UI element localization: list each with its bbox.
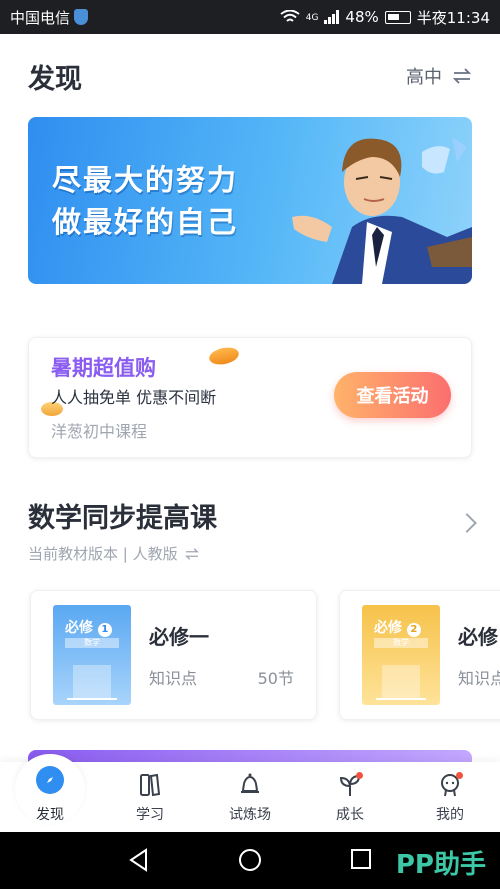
section-title: 数学同步提高课 bbox=[28, 503, 217, 534]
clock: 半夜11:34 bbox=[416, 8, 490, 27]
discover-page: 发现 高中 尽最大的努力 做最好的自己 暑期超值购 人人抽免单 优惠不间断 洋葱… bbox=[0, 34, 500, 762]
course-lesson-count: 50节 bbox=[257, 669, 294, 688]
tab-growth[interactable]: 成长 bbox=[300, 762, 400, 832]
book-icon bbox=[137, 772, 163, 798]
book-illustration-icon bbox=[376, 665, 426, 700]
battery-icon bbox=[384, 10, 411, 24]
textbook-version-label: 当前教材版本 | 人教版 bbox=[28, 545, 178, 563]
network-type: 4G bbox=[305, 12, 319, 23]
course-name: 必修一 bbox=[149, 625, 209, 649]
compass-icon bbox=[36, 766, 64, 794]
tab-mine[interactable]: 我的 bbox=[400, 762, 500, 832]
course-cover: 必修 1 数学 bbox=[53, 605, 131, 705]
course-name: 必修 bbox=[458, 625, 498, 649]
promo-tag: 洋葱初中课程 bbox=[51, 422, 148, 441]
banner-slogan: 尽最大的努力 做最好的自己 bbox=[52, 159, 238, 243]
battery-percent: 48% bbox=[345, 8, 379, 26]
course-card[interactable]: 必修 2 数学 必修 知识点 bbox=[339, 590, 500, 720]
tab-label: 我的 bbox=[436, 807, 464, 823]
bell-icon bbox=[237, 772, 263, 798]
grade-switcher[interactable]: 高中 bbox=[406, 63, 472, 89]
tab-label: 学习 bbox=[136, 807, 164, 823]
course-label: 知识点 bbox=[149, 669, 198, 688]
banner-line-1: 尽最大的努力 bbox=[52, 163, 239, 197]
course-carousel[interactable]: 必修 1 数学 必修一 知识点 50节 必修 2 数学 必修 知识点 bbox=[30, 590, 500, 720]
home-icon[interactable] bbox=[238, 848, 262, 872]
tab-practice[interactable]: 试炼场 bbox=[200, 762, 300, 832]
course-badge: 必修 2 bbox=[374, 617, 421, 637]
back-icon[interactable] bbox=[128, 848, 150, 872]
tab-label: 发现 bbox=[36, 807, 64, 823]
signal-icon bbox=[324, 10, 340, 24]
grade-label: 高中 bbox=[406, 67, 442, 88]
pp-assistant-watermark: PP助手 bbox=[395, 850, 486, 880]
course-cover: 必修 2 数学 bbox=[362, 605, 440, 705]
tab-study[interactable]: 学习 bbox=[100, 762, 200, 832]
notification-dot bbox=[456, 772, 463, 779]
course-subject: 数学 bbox=[374, 638, 428, 648]
swap-icon bbox=[184, 547, 199, 560]
banner-character-illustration bbox=[292, 137, 472, 284]
carrier-name: 中国电信 bbox=[10, 8, 71, 27]
tab-label: 试炼场 bbox=[229, 807, 271, 823]
recent-apps-icon[interactable] bbox=[350, 848, 372, 870]
tab-discover[interactable]: 发现 bbox=[0, 754, 100, 832]
view-activity-button[interactable]: 查看活动 bbox=[334, 372, 451, 418]
carrier: 中国电信 bbox=[10, 7, 89, 28]
notification-dot bbox=[356, 772, 363, 779]
page-title: 发现 bbox=[28, 63, 82, 95]
course-badge: 必修 1 bbox=[65, 617, 112, 637]
course-card[interactable]: 必修 1 数学 必修一 知识点 50节 bbox=[30, 590, 317, 720]
book-illustration-icon bbox=[67, 665, 117, 700]
tab-label: 成长 bbox=[336, 807, 364, 823]
promo-subtitle: 人人抽免单 优惠不间断 bbox=[51, 388, 217, 407]
wifi-icon bbox=[280, 10, 300, 22]
page-header: 发现 高中 bbox=[28, 56, 472, 96]
course-subject: 数学 bbox=[65, 638, 119, 648]
coin-decoration-icon bbox=[207, 345, 241, 367]
swap-icon bbox=[452, 68, 472, 84]
course-section-header[interactable]: 数学同步提高课 当前教材版本 | 人教版 bbox=[28, 496, 477, 564]
status-bar: 中国电信 4G 48% 半夜11:34 bbox=[0, 0, 500, 34]
security-shield-icon bbox=[74, 9, 89, 25]
status-right: 4G 48% 半夜11:34 bbox=[280, 7, 490, 28]
course-label: 知识点 bbox=[458, 669, 500, 688]
hero-banner[interactable]: 尽最大的努力 做最好的自己 bbox=[28, 117, 472, 284]
promo-title: 暑期超值购 bbox=[51, 356, 156, 380]
banner-line-2: 做最好的自己 bbox=[52, 205, 239, 239]
system-navigation-bar: PP助手 bbox=[0, 832, 500, 889]
textbook-version[interactable]: 当前教材版本 | 人教版 bbox=[28, 543, 472, 564]
next-card-preview[interactable] bbox=[28, 750, 472, 762]
promo-card[interactable]: 暑期超值购 人人抽免单 优惠不间断 洋葱初中课程 查看活动 bbox=[28, 337, 472, 458]
bottom-tab-bar: 发现 学习 试炼场 成长 我的 bbox=[0, 754, 500, 832]
